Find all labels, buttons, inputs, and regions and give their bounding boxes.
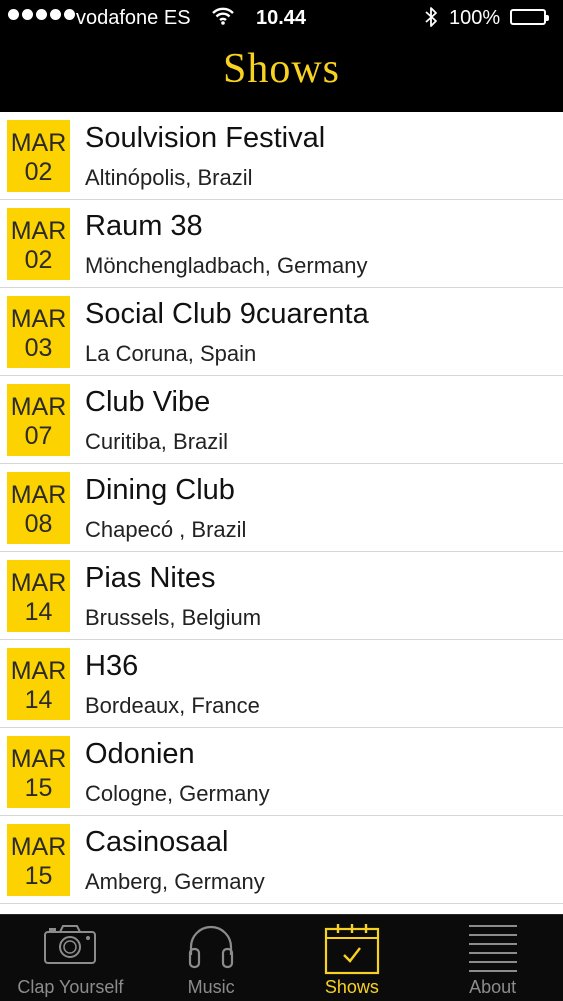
bluetooth-icon [424,6,438,34]
date-day: 15 [24,774,53,802]
venue-name: Odonien [85,738,195,770]
date-month: MAR [10,217,67,245]
date-day: 07 [24,422,53,450]
date-day: 02 [24,246,53,274]
show-row[interactable]: MAR 08 Dining Club Chapecó , Brazil [0,464,563,552]
date-month: MAR [10,745,67,773]
tab-clap-yourself[interactable]: Clap Yourself [0,915,141,1001]
date-month: MAR [10,129,67,157]
venue-location: Mönchengladbach, Germany [85,253,368,278]
venue-name: Raum 38 [85,210,203,242]
show-row[interactable]: MAR 03 Social Club 9cuarenta La Coruna, … [0,288,563,376]
venue-location: La Coruna, Spain [85,341,257,366]
tab-shows[interactable]: Shows [282,915,423,1001]
tab-music[interactable]: Music [141,915,282,1001]
date-day: 08 [24,510,53,538]
carrier-name: vodafone ES [76,7,191,29]
venue-name: Social Club 9cuarenta [85,298,369,330]
tab-label: Clap Yourself [17,977,124,997]
venue-location: Brussels, Belgium [85,605,262,630]
venue-name: Casinosaal [85,826,229,858]
status-bar: vodafone ES 10.44 100% [0,0,563,38]
date-badge: MAR 02 [7,120,70,192]
date-badge: MAR 14 [7,648,70,720]
date-month: MAR [10,569,67,597]
venue-name: H36 [85,650,139,682]
date-badge: MAR 03 [7,296,70,368]
date-month: MAR [10,481,67,509]
headphones-icon [184,923,238,976]
venue-name: Pias Nites [85,562,216,594]
camera-icon [43,923,97,970]
tab-label: Music [187,977,235,997]
venue-name: Soulvision Festival [85,122,326,154]
venue-name: Club Vibe [85,386,211,418]
tab-bar: Clap Yourself Music Shows About [0,914,563,1001]
venue-location: Altinópolis, Brazil [85,165,253,190]
date-badge: MAR 14 [7,560,70,632]
show-row[interactable]: MAR 02 Soulvision Festival Altinópolis, … [0,112,563,200]
venue-location: Curitiba, Brazil [85,429,229,454]
battery-percentage: 100% [449,7,501,29]
show-row[interactable]: MAR 02 Raum 38 Mönchengladbach, Germany [0,200,563,288]
tab-about[interactable]: About [422,915,563,1001]
show-row[interactable]: MAR 15 Casinosaal Amberg, Germany [0,816,563,904]
date-month: MAR [10,833,67,861]
date-badge: MAR 02 [7,208,70,280]
date-month: MAR [10,657,67,685]
tab-label: Shows [324,977,379,997]
date-day: 15 [24,862,53,890]
show-row[interactable]: MAR 07 Club Vibe Curitiba, Brazil [0,376,563,464]
venue-name: Dining Club [85,474,235,506]
clock: 10.44 [256,7,307,29]
venue-location: Bordeaux, France [85,693,260,718]
date-badge: MAR 15 [7,824,70,896]
show-row[interactable]: MAR 14 Pias Nites Brussels, Belgium [0,552,563,640]
calendar-icon [324,923,380,980]
date-day: 14 [24,686,53,714]
date-day: 14 [24,598,53,626]
date-badge: MAR 08 [7,472,70,544]
venue-location: Cologne, Germany [85,781,270,806]
signal-strength-icon [8,9,75,20]
date-day: 03 [24,334,53,362]
navigation-bar: Shows [0,38,563,112]
date-badge: MAR 15 [7,736,70,808]
battery-icon [510,9,549,25]
list-icon [467,923,519,978]
date-badge: MAR 07 [7,384,70,456]
show-row[interactable]: MAR 14 H36 Bordeaux, France [0,640,563,728]
wifi-icon [212,6,234,32]
page-title: Shows [222,46,341,92]
date-month: MAR [10,305,67,333]
shows-list[interactable]: MAR 02 Soulvision Festival Altinópolis, … [0,112,563,914]
show-row[interactable]: MAR 15 Odonien Cologne, Germany [0,728,563,816]
venue-location: Amberg, Germany [85,869,265,894]
venue-location: Chapecó , Brazil [85,517,247,542]
date-month: MAR [10,393,67,421]
tab-label: About [469,977,517,997]
date-day: 02 [24,158,53,186]
